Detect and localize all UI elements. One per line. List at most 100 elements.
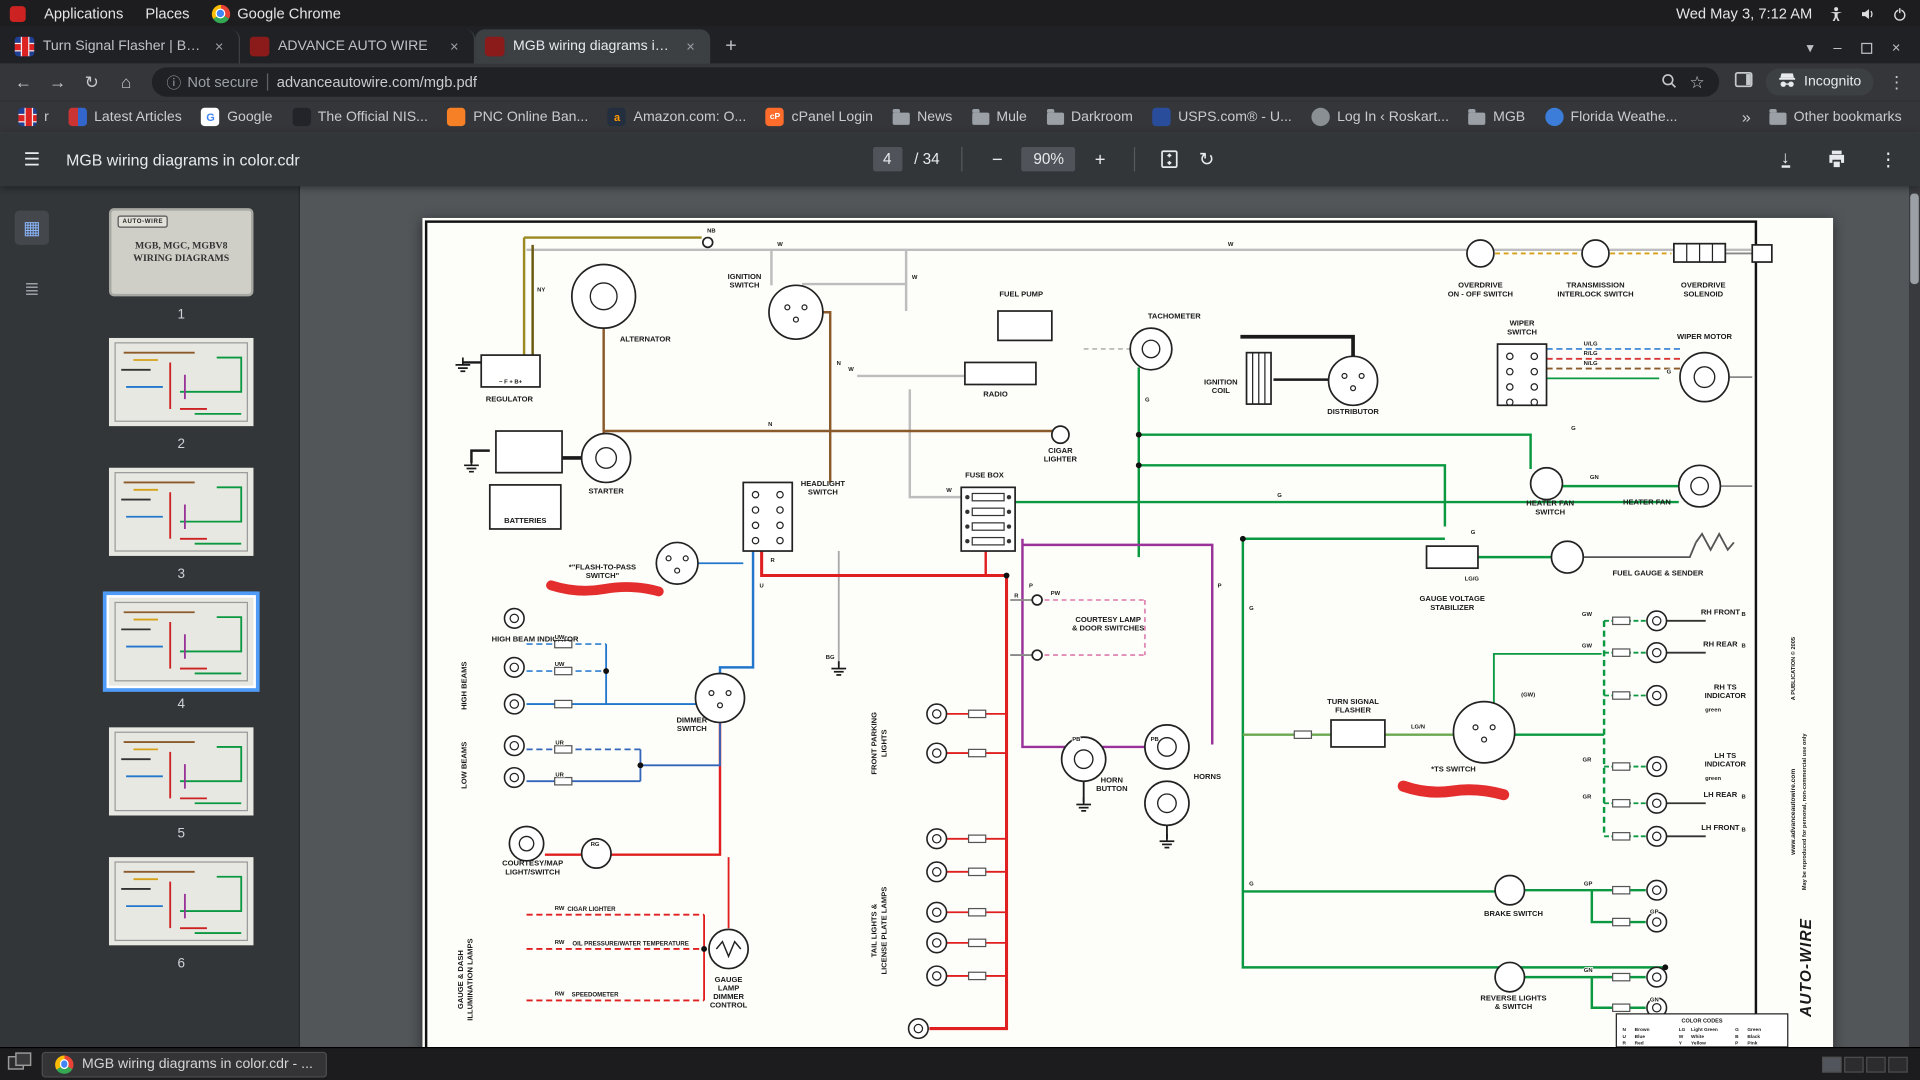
other-bookmarks-button[interactable]: Other bookmarks xyxy=(1761,106,1911,128)
bookmark-item[interactable]: a Amazon.com: O... xyxy=(599,104,755,130)
clock[interactable]: Wed May 3, 7:12 AM xyxy=(1676,5,1812,22)
url-text[interactable]: advanceautowire.com/mgb.pdf xyxy=(277,73,1652,90)
tab-close-button[interactable]: × xyxy=(681,37,701,57)
pdf-more-menu-icon[interactable]: ⋮ xyxy=(1876,147,1900,171)
side-panel-icon[interactable] xyxy=(1734,69,1754,95)
thumbnails-view-button[interactable]: ▦ xyxy=(14,210,49,245)
svg-text:RH TSINDICATOR: RH TS INDICATOR xyxy=(1705,682,1747,700)
tab-close-button[interactable]: × xyxy=(209,37,229,57)
page-thumbnail[interactable] xyxy=(108,857,254,946)
zoom-in-button[interactable]: + xyxy=(1088,147,1112,171)
svg-text:SPEEDOMETER: SPEEDOMETER xyxy=(572,992,619,999)
svg-text:N: N xyxy=(837,361,841,367)
workspace-1[interactable] xyxy=(1822,1056,1842,1073)
workspace-4[interactable] xyxy=(1888,1056,1908,1073)
split-icon xyxy=(68,107,87,127)
bookmark-item[interactable]: Latest Articles xyxy=(60,104,191,130)
back-button[interactable]: ← xyxy=(7,66,39,98)
maximize-button[interactable] xyxy=(1861,42,1873,54)
bookmark-item[interactable]: MGB xyxy=(1460,106,1534,128)
svg-text:R: R xyxy=(771,558,776,564)
bookmark-label: Log In ‹ Roskart... xyxy=(1337,109,1450,125)
distro-menu-icon[interactable] xyxy=(9,5,26,22)
page-thumbnail[interactable] xyxy=(108,337,254,427)
page-thumbnail[interactable]: AUTO-WIRE MGB, MGC, MGBV8 WIRING DIAGRAMS xyxy=(108,208,254,297)
places-menu[interactable]: Places xyxy=(134,0,200,27)
print-icon[interactable] xyxy=(1824,147,1848,171)
svg-text:W: W xyxy=(1228,242,1234,248)
browser-menu-button[interactable]: ⋮ xyxy=(1881,66,1913,98)
page-number-input[interactable]: 4 xyxy=(872,146,902,172)
forward-button[interactable]: → xyxy=(42,66,74,98)
svg-text:B: B xyxy=(1742,644,1746,650)
page-thumbnail[interactable] xyxy=(108,597,254,686)
incognito-icon xyxy=(1778,72,1796,92)
bookmark-item[interactable]: The Official NIS... xyxy=(284,104,437,130)
bookmark-item[interactable]: r xyxy=(10,104,58,130)
tab[interactable]: MGB wiring diagrams in co × xyxy=(475,29,711,64)
page-thumbnail[interactable] xyxy=(108,467,254,556)
svg-text:LH TSINDICATOR: LH TS INDICATOR xyxy=(1705,751,1747,769)
page-thumbnail[interactable] xyxy=(108,727,254,816)
workspace-2[interactable] xyxy=(1844,1056,1864,1073)
zoom-indicator-icon[interactable] xyxy=(1660,72,1677,93)
bookmark-star-icon[interactable]: ☆ xyxy=(1689,72,1704,93)
volume-icon[interactable] xyxy=(1859,5,1876,22)
taskbar-window-button[interactable]: MGB wiring diagrams in color.cdr - ... xyxy=(41,1051,327,1077)
new-tab-button[interactable]: + xyxy=(715,31,747,63)
svg-text:LG/N: LG/N xyxy=(1411,725,1425,731)
bookmark-item[interactable]: Florida Weathe... xyxy=(1536,104,1686,130)
bookmark-item[interactable]: USPS.com® - U... xyxy=(1144,104,1301,130)
fit-page-button[interactable] xyxy=(1158,147,1182,171)
svg-text:RW: RW xyxy=(555,992,565,998)
reload-button[interactable]: ↻ xyxy=(76,66,108,98)
bookmark-item[interactable]: G Google xyxy=(193,104,281,130)
scrollbar-thumb[interactable] xyxy=(1910,193,1919,285)
chrome-menu[interactable]: Google Chrome xyxy=(201,0,352,27)
bookmark-item[interactable]: cP cPanel Login xyxy=(757,104,881,130)
bookmark-item[interactable]: Darkroom xyxy=(1038,106,1141,128)
download-icon[interactable]: ↓ xyxy=(1773,147,1797,171)
workspace-switcher xyxy=(1822,1056,1913,1073)
pdf-menu-icon[interactable]: ☰ xyxy=(20,147,44,171)
svg-text:N/LG: N/LG xyxy=(1584,361,1598,367)
bookmark-item[interactable]: News xyxy=(884,106,961,128)
omnibox[interactable]: ⓘ Not secure advanceautowire.com/mgb.pdf… xyxy=(151,67,1720,97)
power-icon[interactable] xyxy=(1891,5,1908,22)
window-list-icon[interactable] xyxy=(7,1051,32,1077)
svg-text:B: B xyxy=(1742,827,1746,833)
svg-text:(GW): (GW) xyxy=(1521,693,1535,699)
vertical-scrollbar[interactable] xyxy=(1908,186,1920,1047)
zoom-level-input[interactable]: 90% xyxy=(1021,146,1076,172)
svg-text:STARTER: STARTER xyxy=(589,486,625,495)
svg-text:B: B xyxy=(1742,612,1746,618)
bookmarks-overflow-chevron[interactable]: » xyxy=(1735,108,1759,126)
svg-text:ALTERNATOR: ALTERNATOR xyxy=(620,335,671,344)
color-codes: COLOR CODESN BrownU BlueR RedLG Light GreenW… xyxy=(1615,1013,1789,1047)
close-window-button[interactable]: × xyxy=(1892,39,1901,56)
security-chip[interactable]: ⓘ Not secure xyxy=(167,72,259,93)
bookmark-item[interactable]: Mule xyxy=(963,106,1035,128)
svg-text:TACHOMETER: TACHOMETER xyxy=(1148,311,1201,320)
tab-close-button[interactable]: × xyxy=(444,37,464,57)
applications-menu[interactable]: Applications xyxy=(33,0,134,27)
workspace-3[interactable] xyxy=(1866,1056,1886,1073)
svg-text:LH REAR: LH REAR xyxy=(1704,790,1738,799)
zoom-out-button[interactable]: − xyxy=(985,147,1009,171)
bookmark-label: Google xyxy=(227,109,273,125)
minimize-button[interactable]: – xyxy=(1833,39,1841,56)
rotate-button[interactable]: ↻ xyxy=(1194,147,1218,171)
bookmark-item[interactable]: PNC Online Ban... xyxy=(439,104,597,130)
screen: Applications Places Google Chrome Wed Ma… xyxy=(0,0,1920,1080)
folder-icon xyxy=(892,108,910,125)
svg-text:RW: RW xyxy=(555,906,565,912)
tab[interactable]: ADVANCE AUTO WIRE × xyxy=(240,29,476,64)
tab-search-chevron-icon[interactable]: ▾ xyxy=(1806,39,1813,56)
outline-view-button[interactable]: ≣ xyxy=(15,272,49,306)
bookmark-item[interactable]: Log In ‹ Roskart... xyxy=(1303,104,1458,130)
pdf-viewport[interactable]: ALTERNATOR REGULATOR IGNITION SWITCH FUEL PU… xyxy=(300,186,1920,1047)
home-button[interactable]: ⌂ xyxy=(110,66,142,98)
svg-text:May be reproduced for personal: May be reproduced for personal, non-comm… xyxy=(1802,733,1808,890)
tab[interactable]: Turn Signal Flasher | Britis × xyxy=(5,29,240,64)
accessibility-icon[interactable] xyxy=(1827,5,1844,22)
